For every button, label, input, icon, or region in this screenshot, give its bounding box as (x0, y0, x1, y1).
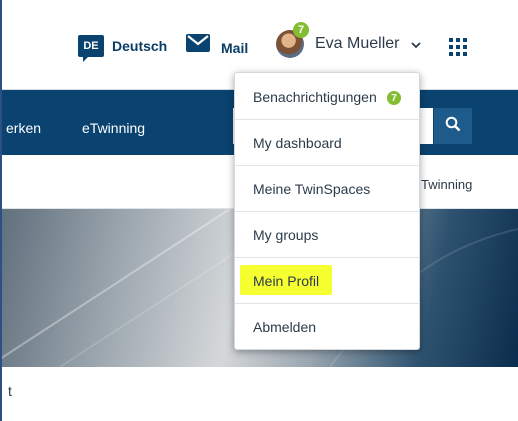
left-edge-border (0, 0, 2, 421)
menu-item-twinspaces[interactable]: Meine TwinSpaces (235, 165, 419, 212)
content-text: t (8, 383, 12, 399)
nav-item-netzwerken[interactable]: erken (6, 120, 41, 136)
menu-item-label: Benachrichtigungen (253, 89, 377, 105)
menu-item-my-groups[interactable]: My groups (235, 211, 419, 258)
menu-item-my-dashboard[interactable]: My dashboard (235, 119, 419, 166)
menu-item-label: My groups (253, 227, 319, 243)
menu-item-label: My dashboard (253, 135, 342, 151)
chevron-down-icon (411, 36, 422, 54)
user-name: Eva Mueller (315, 35, 400, 52)
menu-item-label: Mein Profil (253, 273, 320, 289)
avatar: 7 (276, 22, 309, 58)
menu-item-abmelden[interactable]: Abmelden (235, 303, 419, 349)
notification-badge: 7 (387, 91, 401, 105)
apps-grid-icon[interactable] (449, 38, 467, 56)
mail-icon (185, 33, 211, 58)
language-code-badge: DE (78, 35, 104, 62)
menu-item-mein-profil[interactable]: Mein Profil (235, 257, 419, 304)
user-menu-toggle[interactable]: 7 Eva Mueller (276, 22, 422, 58)
language-label: Deutsch (112, 38, 168, 54)
nav-item-etwinning[interactable]: eTwinning (82, 120, 145, 136)
notification-count-badge: 7 (293, 22, 309, 38)
search-button[interactable] (434, 108, 472, 144)
language-switcher[interactable]: DE Deutsch (78, 35, 168, 62)
search-icon (445, 116, 461, 137)
user-dropdown-menu: Benachrichtigungen 7 My dashboard Meine … (234, 72, 420, 350)
menu-item-notifications[interactable]: Benachrichtigungen 7 (235, 73, 419, 120)
menu-item-label: Meine TwinSpaces (253, 181, 371, 197)
menu-item-label: Abmelden (253, 319, 317, 335)
mail-link[interactable]: Mail (185, 33, 248, 58)
subnav-link-etwinning[interactable]: Twinning (421, 177, 472, 192)
mail-label: Mail (221, 39, 249, 56)
